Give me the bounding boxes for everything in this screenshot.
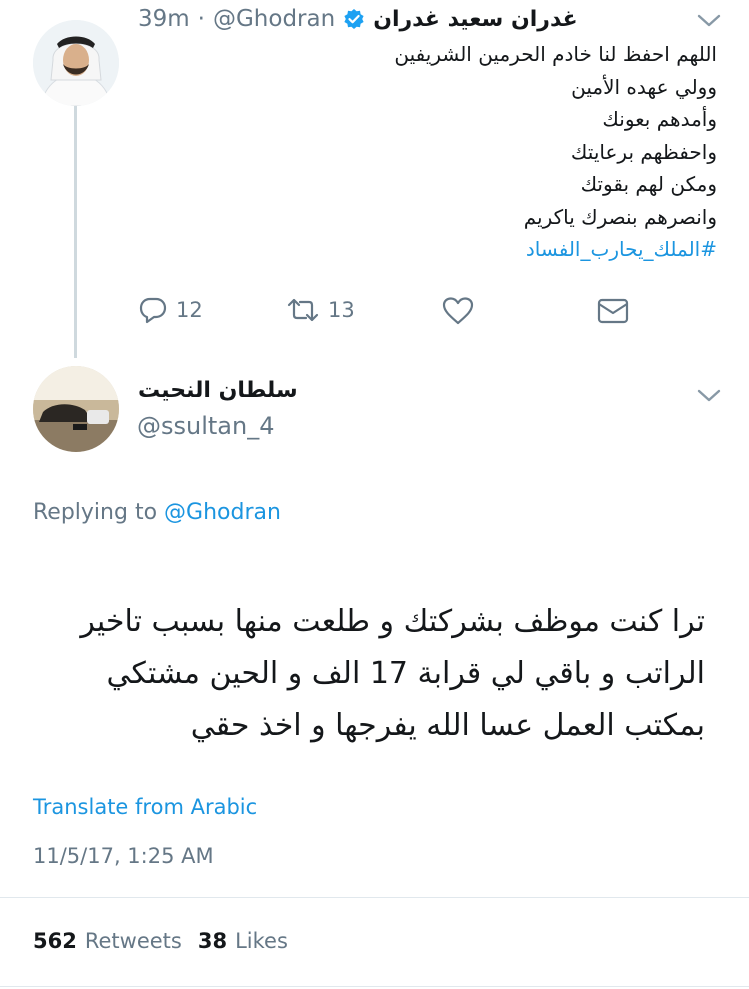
reply-button[interactable]: 12	[138, 296, 203, 324]
reply-author-avatar[interactable]	[33, 366, 119, 452]
thread-connector-line	[74, 102, 77, 358]
tweet-line: وولي عهده الأمين	[571, 74, 717, 99]
divider	[0, 986, 749, 987]
original-tweet-text: اللهم احفظ لنا خادم الحرمين الشريفين وول…	[157, 38, 717, 266]
reply-icon	[138, 296, 168, 324]
retweets-count[interactable]: 562	[33, 929, 77, 953]
heart-icon	[441, 296, 475, 326]
direct-message-button[interactable]	[596, 296, 630, 326]
original-tweet-time[interactable]: 39m	[138, 6, 190, 32]
reply-author-handle[interactable]: @ssultan_4	[137, 412, 274, 440]
tweet-line: ومكن لهم بقوتك	[580, 172, 717, 196]
chevron-down-icon[interactable]	[694, 12, 724, 30]
like-button[interactable]	[441, 296, 475, 326]
replying-to-label: Replying to	[33, 500, 158, 525]
divider	[0, 897, 749, 898]
avatar-photo	[33, 366, 119, 452]
original-author-avatar[interactable]	[33, 20, 119, 106]
likes-count[interactable]: 38	[198, 929, 227, 953]
reply-count: 12	[176, 298, 203, 322]
tweet-line: وانصرهم بنصرك ياكريم	[523, 204, 717, 229]
verified-badge-icon	[343, 8, 365, 30]
original-author-handle[interactable]: @Ghodran	[213, 6, 335, 32]
tweet-line: واحفظهم برعايتك	[570, 139, 717, 164]
tweet-timestamp: 11/5/17, 1:25 AM	[33, 844, 214, 868]
chevron-down-icon[interactable]	[694, 387, 724, 405]
tweet-line: بمكتب العمل عسا الله يفرجها و اخذ حقي	[190, 708, 705, 743]
translate-link[interactable]: Translate from Arabic	[33, 795, 257, 819]
retweet-button[interactable]: 13	[286, 296, 355, 324]
retweet-icon	[286, 296, 320, 324]
tweet-line: ترا كنت موظف بشركتك و طلعت منها بسبب تاخ…	[80, 604, 705, 639]
replying-to-line: Replying to @Ghodran	[33, 500, 281, 525]
engagement-stats: 562 Retweets 38 Likes	[33, 929, 296, 953]
replying-to-mention[interactable]: @Ghodran	[164, 500, 281, 525]
separator-dot: ·	[197, 6, 205, 32]
tweet-line: اللهم احفظ لنا خادم الحرمين الشريفين	[394, 42, 717, 66]
reply-author-name[interactable]: سلطان النحيت	[138, 378, 478, 403]
tweet-line: وأمدهم بعونك	[602, 107, 717, 131]
avatar-photo	[33, 20, 119, 106]
hashtag-link[interactable]: #الملك_يحارب_الفساد	[157, 233, 717, 266]
envelope-icon	[596, 296, 630, 326]
retweet-count: 13	[328, 298, 355, 322]
retweets-label[interactable]: Retweets	[85, 929, 182, 953]
original-tweet-header: غدران سعيد غدران @Ghodran · 39m	[138, 2, 678, 36]
likes-label[interactable]: Likes	[235, 929, 288, 953]
tweet-line: الراتب و باقي لي قرابة 17 الف و الحين مش…	[106, 656, 705, 691]
reply-tweet-text: ترا كنت موظف بشركتك و طلعت منها بسبب تاخ…	[25, 596, 705, 752]
original-author-name[interactable]: غدران سعيد غدران	[373, 7, 578, 32]
